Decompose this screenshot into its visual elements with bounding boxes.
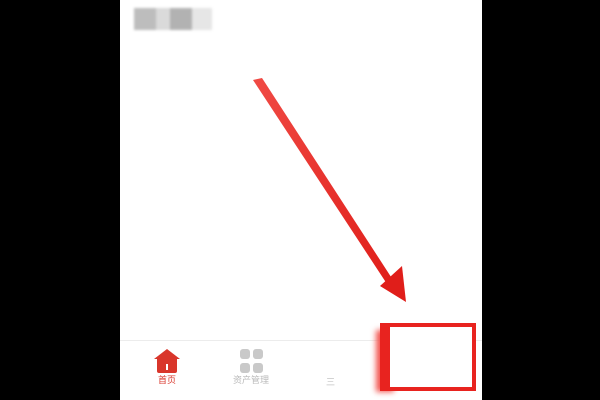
tab-asset-management-label: 资产管理 [232, 376, 269, 386]
blurred-account-name [134, 8, 226, 30]
grid-icon [239, 349, 263, 373]
home-icon [154, 349, 180, 373]
red-highlight-box [380, 323, 476, 391]
tab-asset-management[interactable]: 资产管理 [216, 349, 286, 393]
tab-home[interactable]: 首页 [132, 349, 202, 393]
tab-third-label[interactable]: 三 [326, 375, 335, 388]
tab-home-label: 首页 [157, 376, 176, 386]
